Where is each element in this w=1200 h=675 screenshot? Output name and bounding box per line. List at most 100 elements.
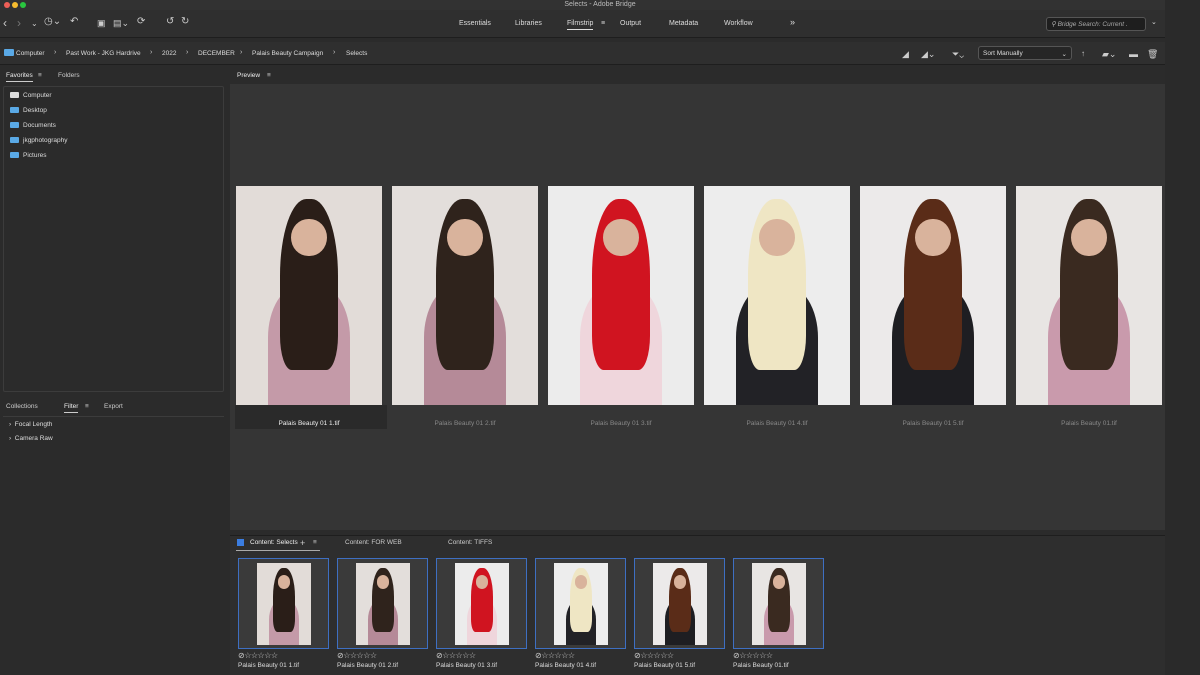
photo-image[interactable] [356,563,410,645]
photo-image[interactable] [548,186,694,405]
rotate-right-icon[interactable]: ↻ [181,16,189,27]
add-tab-icon[interactable]: + [300,538,305,548]
tab-folders[interactable]: Folders [58,72,80,79]
thumbnail-filename[interactable]: Palais Beauty 01 1.tif [238,662,299,669]
workspace-filmstrip[interactable]: Filmstrip [567,20,594,30]
panel-menu-icon[interactable]: ≡ [38,72,42,79]
photo-image[interactable] [257,563,311,645]
tab-content-selects[interactable]: Content: Selects [250,539,298,548]
sort-dropdown[interactable]: Sort Manually ⌄ [978,46,1072,60]
figure-face [759,218,795,257]
rating-stars[interactable]: ⊘☆☆☆☆☆ [238,651,278,660]
workspace-essentials[interactable]: Essentials [459,20,491,27]
quality-icon[interactable]: ◢ [902,49,909,60]
breadcrumb-separator-icon[interactable]: › [150,49,152,56]
rotate-left-icon[interactable]: ↺ [166,16,174,27]
preview-filename: Palais Beauty 01 3.tif [590,420,652,427]
photo-image[interactable] [752,563,806,645]
breadcrumb-campaign[interactable]: Palais Beauty Campaign [252,50,323,57]
breadcrumb-december[interactable]: DECEMBER [198,50,235,57]
favorite-computer[interactable]: Computer [10,92,52,99]
stars[interactable]: ☆☆☆☆☆ [541,651,575,660]
filter-list: › Focal Length › Camera Raw [3,416,224,444]
sort-ascending-icon[interactable]: ↑ [1081,49,1085,58]
tab-filter[interactable]: Filter [64,403,79,413]
thumbnail-filename[interactable]: Palais Beauty 01.tif [733,662,789,669]
panel-menu-icon[interactable]: ≡ [313,539,317,546]
thumbnail-filename[interactable]: Palais Beauty 01 3.tif [436,662,497,669]
breadcrumb-2022[interactable]: 2022 [162,50,176,57]
rating-filter-icon[interactable]: ◢⌄ [921,49,935,60]
breadcrumb-separator-icon[interactable]: › [240,49,242,56]
forward-icon[interactable]: › [17,16,21,30]
rating-stars[interactable]: ⊘☆☆☆☆☆ [535,651,575,660]
workspace-workflow[interactable]: Workflow [724,20,753,27]
workspace-metadata[interactable]: Metadata [669,20,698,27]
breadcrumb-separator-icon[interactable]: › [54,49,56,56]
breadcrumb-selects[interactable]: Selects [346,50,367,57]
back-icon[interactable]: ‹ [3,16,7,30]
sync-icon[interactable]: ⟳ [137,16,145,27]
panel-menu-icon[interactable]: ≡ [267,72,271,79]
thumbnail-filename[interactable]: Palais Beauty 01 2.tif [337,662,398,669]
rating-stars[interactable]: ⊘☆☆☆☆☆ [733,651,773,660]
minimize-window-button[interactable] [12,2,18,8]
photo-image[interactable] [860,186,1006,405]
stars[interactable]: ☆☆☆☆☆ [739,651,773,660]
more-workspaces-icon[interactable]: » [790,17,795,27]
favorite-jkgphotography[interactable]: jkgphotography [10,137,67,144]
stars[interactable]: ☆☆☆☆☆ [343,651,377,660]
stars[interactable]: ☆☆☆☆☆ [640,651,674,660]
workspace-libraries[interactable]: Libraries [515,20,542,27]
search-options-chevron-icon[interactable]: ⌄ [1151,18,1157,26]
photo-image[interactable] [392,186,538,405]
preview-filename: Palais Beauty 01 2.tif [434,420,496,427]
photo-image[interactable] [554,563,608,645]
thumbnail-filename[interactable]: Palais Beauty 01 5.tif [634,662,695,669]
rating-stars[interactable]: ⊘☆☆☆☆☆ [337,651,377,660]
preview-title: Preview [237,72,261,79]
stars[interactable]: ☆☆☆☆☆ [244,651,278,660]
stars[interactable]: ☆☆☆☆☆ [442,651,476,660]
filter-camera-raw[interactable]: › Camera Raw [9,435,53,442]
camera-import-icon[interactable]: ▣ [97,18,106,29]
tab-favorites[interactable]: Favorites [6,72,33,82]
rating-stars[interactable]: ⊘☆☆☆☆☆ [436,651,476,660]
photo-image[interactable] [704,186,850,405]
breadcrumb-separator-icon[interactable]: › [333,49,335,56]
workspace-menu-icon[interactable]: ≡ [601,20,605,27]
photo-image[interactable] [455,563,509,645]
zoom-window-button[interactable] [20,2,26,8]
breadcrumb-past-work[interactable]: Past Work - JKG Hardrive [66,50,141,57]
thumbnail-filename[interactable]: Palais Beauty 01 4.tif [535,662,596,669]
favorite-documents[interactable]: Documents [10,122,56,129]
filter-focal-length[interactable]: › Focal Length [9,421,52,428]
tab-content-for-web[interactable]: Content: FOR WEB [345,539,402,546]
bridge-search-input[interactable]: ⚲ Bridge Search: Current . [1046,17,1146,31]
workspace-output[interactable]: Output [620,20,641,27]
photo-image[interactable] [653,563,707,645]
breadcrumb-separator-icon[interactable]: › [186,49,188,56]
close-window-button[interactable] [4,2,10,8]
photo-image[interactable] [1016,186,1162,405]
delete-icon[interactable]: 🗑 [1147,49,1158,60]
tab-collections[interactable]: Collections [6,403,38,410]
photo-image[interactable] [236,186,382,405]
breadcrumb-computer[interactable]: Computer [16,50,45,57]
rating-stars[interactable]: ⊘☆☆☆☆☆ [634,651,674,660]
new-folder-icon[interactable]: ▬ [1129,49,1138,59]
tab-content-tiffs[interactable]: Content: TIFFS [448,539,492,546]
recent-history-icon[interactable]: ◷⌄ [44,16,61,27]
title-bar: Selects - Adobe Bridge [0,0,1200,10]
panel-menu-icon[interactable]: ≡ [85,403,89,410]
favorites-list: Computer Desktop Documents jkgphotograph… [3,86,224,392]
tab-export[interactable]: Export [104,403,123,410]
open-recent-folder-icon[interactable]: ▰⌄ [1102,49,1116,60]
refine-icon[interactable]: ▤⌄ [113,18,129,29]
boomerang-icon[interactable]: ↶ [70,16,78,27]
favorite-desktop[interactable]: Desktop [10,107,47,114]
chevron-down-icon[interactable]: ⌄ [31,19,38,28]
window-edge [1165,0,1200,675]
favorite-pictures[interactable]: Pictures [10,152,46,159]
filter-items-icon[interactable]: ⏷⌄ [952,49,964,60]
